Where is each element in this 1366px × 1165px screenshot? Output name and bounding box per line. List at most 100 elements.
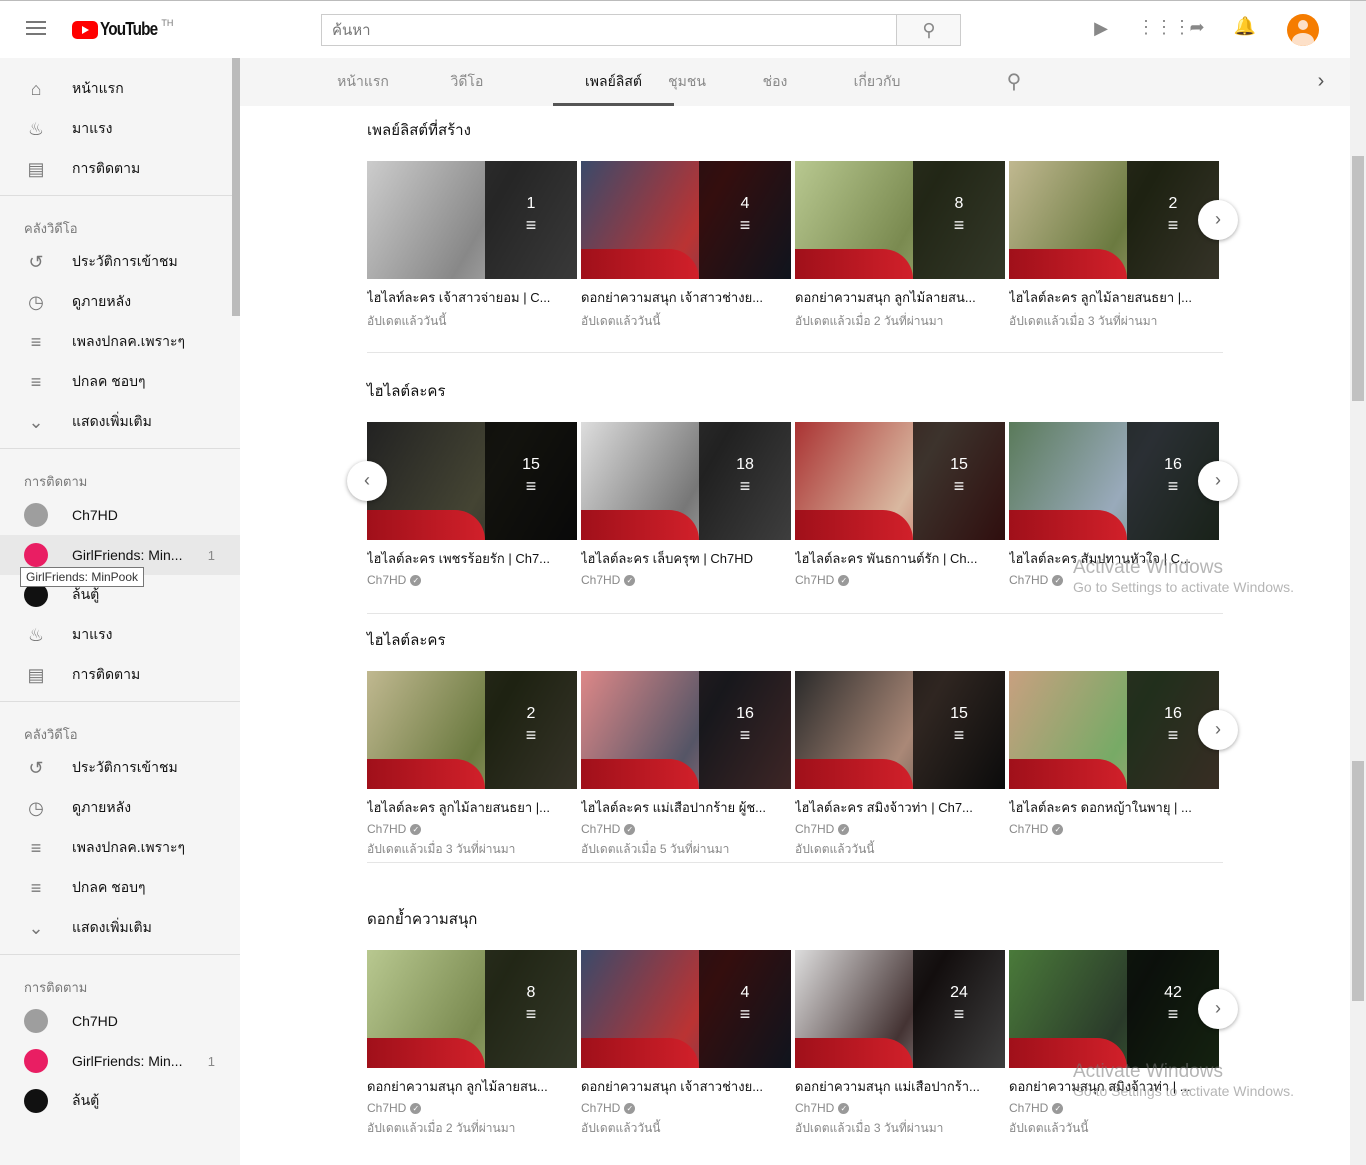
unread-count: 1	[207, 1053, 215, 1069]
menu-icon[interactable]	[26, 21, 46, 35]
section-divider	[367, 613, 1223, 614]
sidebar-item-label: ประวัติการเข้าชม	[72, 759, 178, 775]
subscription-item[interactable]: Ch7HD	[0, 495, 240, 535]
subscription-item[interactable]: GirlFriends: Min... 1	[0, 1041, 240, 1081]
sidebar-item[interactable]: ≡ เพลงปกลค.เพราะๆ	[0, 322, 240, 362]
next-arrow-button[interactable]: ›	[1198, 461, 1238, 501]
playlist-thumbnail[interactable]: 15 ≡	[795, 422, 1005, 540]
playlist-title[interactable]: ไฮไลท์ละคร เจ้าสาวจ่ายอม | C...	[367, 287, 563, 308]
channel-name[interactable]: Ch7HD ✓	[581, 1101, 636, 1115]
channel-name[interactable]: Ch7HD ✓	[1009, 822, 1064, 836]
create-video-icon[interactable]: ▶	[1089, 18, 1113, 39]
sidebar-item[interactable]: ◷ ดูภายหลัง	[0, 282, 240, 322]
playlist-title[interactable]: ไฮไลต์ละคร พันธกานต์รัก | Ch...	[795, 548, 991, 569]
playlist-thumbnail[interactable]: 18 ≡	[581, 422, 791, 540]
playlist-title[interactable]: ดอกย่าความสนุก เจ้าสาวช่างย...	[581, 287, 777, 308]
subscription-item[interactable]: ล้นตู้	[0, 1081, 240, 1121]
updated-text: อัปเดตแล้วเมื่อ 3 วันที่ผ่านมา	[1009, 314, 1158, 328]
sidebar-item[interactable]: ≡ เพลงปกลค.เพราะๆ	[0, 828, 240, 868]
sidebar-item[interactable]: ⌄ แสดงเพิ่มเติม	[0, 908, 240, 948]
playlist-thumbnail[interactable]: 4 ≡	[581, 161, 791, 279]
avatar[interactable]	[1287, 14, 1319, 46]
playlist-thumbnail[interactable]: 24 ≡	[795, 950, 1005, 1068]
channel-name[interactable]: Ch7HD ✓	[795, 822, 850, 836]
playlist-thumbnail[interactable]: 16 ≡	[1009, 422, 1219, 540]
next-arrow-button[interactable]: ›	[1198, 200, 1238, 240]
channel-name[interactable]: Ch7HD ✓	[367, 573, 422, 587]
playlist-thumbnail[interactable]: 1 ≡	[367, 161, 577, 279]
section-title: ไฮไลต์ละคร	[367, 632, 446, 649]
bell-icon[interactable]: 🔔	[1233, 16, 1257, 37]
tab-4[interactable]: ช่อง	[735, 58, 815, 106]
next-arrow-button[interactable]: ›	[1198, 710, 1238, 750]
verified-icon: ✓	[1052, 575, 1064, 587]
channel-label: Ch7HD	[1009, 1101, 1049, 1115]
playlist-thumbnail[interactable]: 8 ≡	[367, 950, 577, 1068]
playlist-thumbnail[interactable]: 15 ≡	[367, 422, 577, 540]
prev-arrow-button[interactable]: ‹	[347, 461, 387, 501]
sidebar-item[interactable]: ◷ ดูภายหลัง	[0, 788, 240, 828]
page-scrollbar[interactable]	[1350, 1, 1366, 1165]
playlist-icon: ≡	[953, 1004, 965, 1024]
chevron-right-icon[interactable]: ›	[1309, 70, 1333, 93]
channel-name[interactable]: Ch7HD ✓	[581, 822, 636, 836]
playlist-title[interactable]: ไฮไลต์ละคร เล็บครุฑ | Ch7HD	[581, 548, 777, 569]
playlist-thumbnail[interactable]: 2 ≡	[367, 671, 577, 789]
sidebar-item[interactable]: ↺ ประวัติการเข้าชม	[0, 748, 240, 788]
channel-name[interactable]: Ch7HD ✓	[581, 573, 636, 587]
tab-0[interactable]: หน้าแรก	[323, 58, 403, 106]
sidebar-item[interactable]: ≡ ปกลค ชอบๆ	[0, 362, 240, 402]
tab-3[interactable]: ชุมชน	[647, 58, 727, 106]
subscription-item[interactable]: Ch7HD	[0, 1001, 240, 1041]
search-input[interactable]	[321, 14, 897, 46]
playlist-thumbnail[interactable]: 8 ≡	[795, 161, 1005, 279]
youtube-logo[interactable]: YouTube TH	[72, 18, 173, 40]
logo-badge	[795, 510, 913, 540]
divider	[0, 448, 240, 449]
sidebar-item[interactable]: ▤ การติดตาม	[0, 655, 240, 695]
video-count: 4	[740, 195, 750, 212]
playlist-title[interactable]: ไฮไลต์ละคร แม่เสือปากร้าย ผู้ช...	[581, 797, 777, 818]
sidebar-item[interactable]: ↺ ประวัติการเข้าชม	[0, 242, 240, 282]
tab-5[interactable]: เกี่ยวกับ	[837, 58, 917, 106]
tab-1[interactable]: วิดีโอ	[427, 58, 507, 106]
sidebar-item[interactable]: ♨ มาแรง	[0, 109, 240, 149]
channel-name[interactable]: Ch7HD ✓	[1009, 573, 1064, 587]
playlist-title[interactable]: ไฮไลต์ละคร สมิงจ้าวท่า | Ch7...	[795, 797, 991, 818]
video-count: 8	[526, 984, 536, 1001]
channel-name[interactable]: Ch7HD ✓	[1009, 1101, 1064, 1115]
playlist-thumbnail[interactable]: 42 ≡	[1009, 950, 1219, 1068]
playlist-thumbnail[interactable]: 16 ≡	[1009, 671, 1219, 789]
playlist-thumbnail[interactable]: 2 ≡	[1009, 161, 1219, 279]
section-divider	[367, 862, 1223, 863]
channel-name[interactable]: Ch7HD ✓	[795, 1101, 850, 1115]
channel-avatar	[24, 543, 48, 567]
apps-grid-icon[interactable]: ⋮⋮⋮	[1137, 17, 1191, 38]
channel-name[interactable]: Ch7HD ✓	[367, 1101, 422, 1115]
playlist-thumbnail[interactable]: 16 ≡	[581, 671, 791, 789]
search-icon[interactable]: ⚲	[1002, 69, 1026, 94]
playlist-title[interactable]: ดอกย่าความสนุก ลูกไม้ลายสน...	[795, 287, 991, 308]
sidebar-item[interactable]: ≡ ปกลค ชอบๆ	[0, 868, 240, 908]
playlist-thumbnail[interactable]: 4 ≡	[581, 950, 791, 1068]
sidebar-item[interactable]: ▤ การติดตาม	[0, 149, 240, 189]
messages-icon[interactable]: ➦	[1185, 17, 1209, 38]
history-icon: ↺	[28, 757, 44, 778]
channel-name[interactable]: Ch7HD ✓	[367, 822, 422, 836]
fire-icon: ♨	[27, 118, 45, 139]
channel-name[interactable]: Ch7HD ✓	[795, 573, 850, 587]
next-arrow-button[interactable]: ›	[1198, 989, 1238, 1029]
search-button[interactable]: ⚲	[896, 14, 961, 46]
logo-badge	[1009, 249, 1127, 279]
playlist-title[interactable]: ไฮไลต์ละคร ลูกไม้ลายสนธยา |...	[367, 797, 563, 818]
playlist-title[interactable]: ไฮไลต์ละคร ลูกไม้ลายสนธยา |...	[1009, 287, 1205, 308]
playlist-title[interactable]: ดอกย่าความสนุก แม่เสือปากร้า...	[795, 1076, 991, 1097]
sidebar-item[interactable]: ⌄ แสดงเพิ่มเติม	[0, 402, 240, 442]
sidebar-item[interactable]: ⌂ หน้าแรก	[0, 69, 240, 109]
playlist-thumbnail[interactable]: 15 ≡	[795, 671, 1005, 789]
playlist-title[interactable]: ดอกย่าความสนุก เจ้าสาวช่างย...	[581, 1076, 777, 1097]
playlist-title[interactable]: ไฮไลต์ละคร เพชรร้อยรัก | Ch7...	[367, 548, 563, 569]
playlist-title[interactable]: ไฮไลต์ละคร ดอกหญ้าในพายุ | ...	[1009, 797, 1205, 818]
sidebar-item[interactable]: ♨ มาแรง	[0, 615, 240, 655]
playlist-title[interactable]: ดอกย่าความสนุก ลูกไม้ลายสน...	[367, 1076, 563, 1097]
